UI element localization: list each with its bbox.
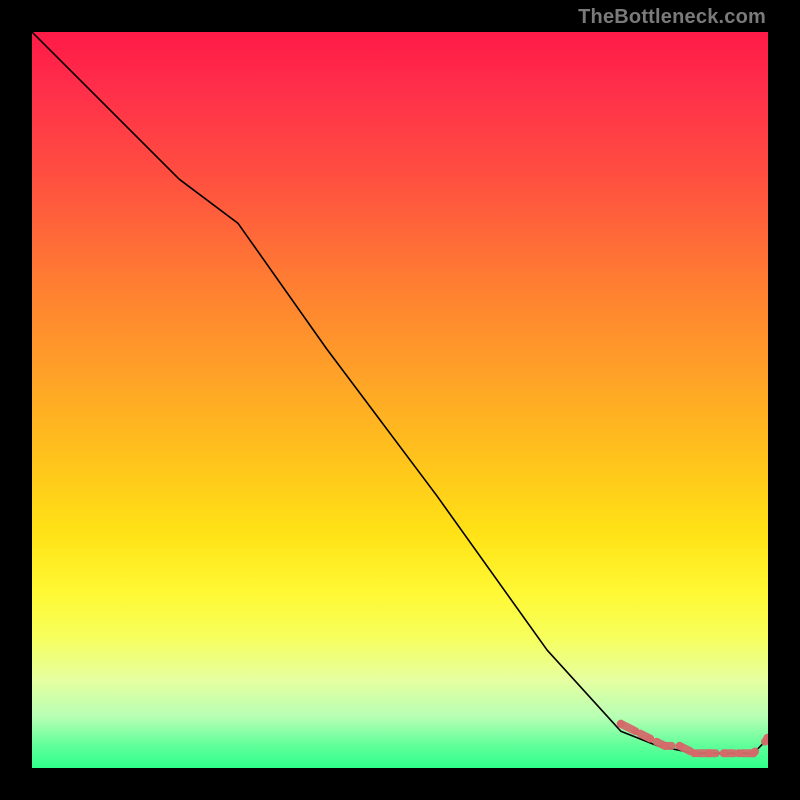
cluster-dot	[661, 742, 669, 750]
bottom-cluster-chain	[621, 724, 768, 754]
gradient-plot-area	[32, 32, 768, 768]
cluster-dot	[646, 735, 654, 743]
cluster-dot	[720, 749, 728, 757]
cluster-dot	[735, 749, 743, 757]
cluster-dot	[632, 727, 640, 735]
cluster-dot	[749, 749, 757, 757]
watermark-text: TheBottleneck.com	[578, 6, 766, 29]
curve-layer	[32, 32, 768, 768]
cluster-dot	[705, 749, 713, 757]
cluster-dot	[690, 749, 698, 757]
chart-frame: TheBottleneck.com	[0, 0, 800, 800]
cluster-dot	[617, 720, 625, 728]
cluster-dot	[676, 742, 684, 750]
bottleneck-curve	[32, 32, 768, 753]
